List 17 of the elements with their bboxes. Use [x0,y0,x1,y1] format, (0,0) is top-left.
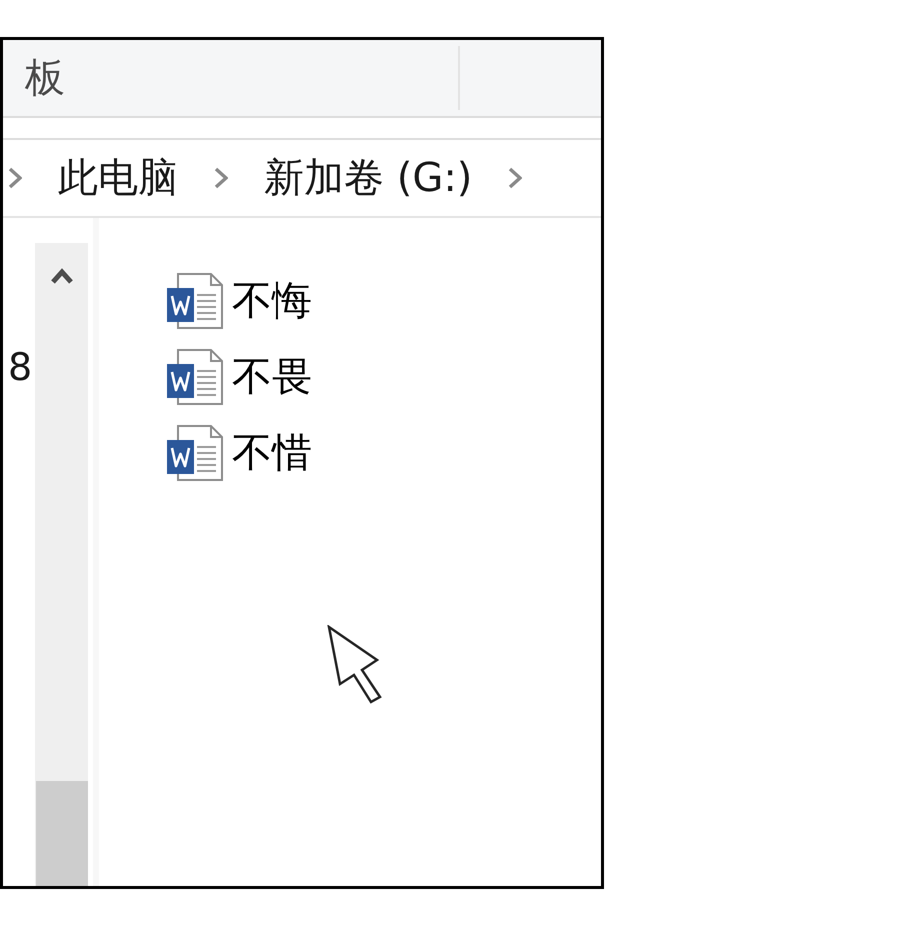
file-name[interactable]: 不悔 [232,281,312,321]
file-name[interactable]: 不惜 [232,433,312,473]
chevron-right-icon [508,167,522,189]
nav-pane-item[interactable]: 8 [8,348,35,386]
document-icon [167,273,223,329]
chevron-right-icon [214,167,228,189]
scrollbar-thumb[interactable] [36,781,88,886]
breadcrumb-item[interactable]: 此电脑 [58,158,178,198]
chevron-right-icon [8,167,22,189]
mouse-pointer-icon [327,625,383,705]
scrollbar-track[interactable] [35,243,88,886]
ribbon-group-label[interactable]: 板 [25,58,65,98]
document-icon [167,349,223,405]
scroll-up-icon[interactable] [50,268,74,284]
document-icon [167,425,223,481]
file-name[interactable]: 不畏 [232,357,312,397]
breadcrumb-item[interactable]: 新加卷 (G:) [264,158,472,198]
